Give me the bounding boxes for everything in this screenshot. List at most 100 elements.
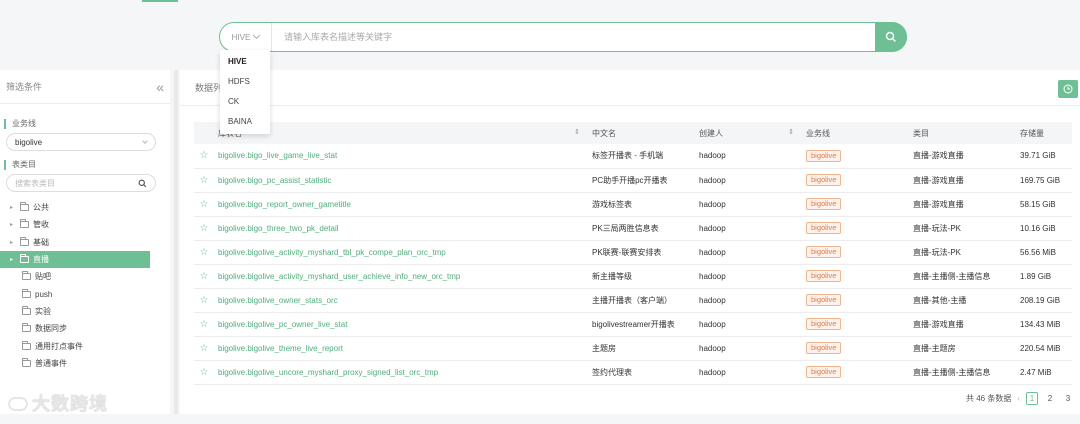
business-line-label: 业务线 — [4, 119, 170, 129]
table-name-link[interactable]: bigolive.bigolive_activity_myshard_user_… — [214, 264, 588, 289]
star-icon[interactable]: ☆ — [200, 343, 209, 354]
business-line-select[interactable]: bigolive — [6, 133, 156, 151]
chinese-name: 主播开播表（客户端） — [588, 288, 695, 313]
table-name-link[interactable]: bigolive.bigolive_owner_stats_orc — [214, 288, 588, 313]
caret-right-icon[interactable]: ▸ — [10, 256, 20, 263]
category: 直播-主播侧-主播信息 — [909, 360, 1016, 385]
table-name-link[interactable]: bigolive.bigo_live_game_live_stat — [214, 144, 588, 169]
table-row[interactable]: ☆ bigolive.bigolive_owner_stats_orc 主播开播表（… — [194, 288, 1072, 313]
owner: hadoop — [695, 192, 802, 217]
table-name-link[interactable]: bigolive.bigo_report_owner_gametitle — [214, 192, 588, 217]
page-3[interactable]: 3 — [1062, 394, 1074, 403]
star-icon[interactable]: ☆ — [200, 367, 209, 378]
star-icon[interactable]: ☆ — [200, 223, 209, 234]
category: 直播-玩法-PK — [909, 216, 1016, 241]
storage-size: 2.47 MiB — [1016, 360, 1072, 385]
table-row[interactable]: ☆ bigolive.bigolive_pc_owner_live_stat big… — [194, 312, 1072, 337]
tree-item[interactable]: 实验 — [0, 303, 170, 320]
category-tree: ▸ 公共 ▸ 管收 ▸ 基础 ▸ 直播 贴吧 push 实验 数据同步 通用打点事件 普通事件 — [0, 199, 170, 372]
tree-item[interactable]: 数据同步 — [0, 320, 170, 337]
tree-item[interactable]: push — [0, 285, 170, 302]
tree-item[interactable]: 贴吧 — [0, 268, 170, 285]
star-icon[interactable]: ☆ — [200, 295, 209, 306]
business-line-cell: bigolive — [802, 360, 909, 385]
folder-icon — [20, 219, 29, 229]
business-line-badge: bigolive — [806, 318, 842, 330]
engine-select-value: HIVE — [231, 32, 251, 42]
favorite-cell: ☆ — [194, 360, 214, 385]
engine-option-ck[interactable]: CK — [220, 92, 270, 112]
engine-option-hive[interactable]: HIVE — [220, 52, 270, 72]
folder-icon — [22, 357, 31, 367]
caret-right-icon[interactable]: ▸ — [10, 204, 20, 211]
table-row[interactable]: ☆ bigolive.bigolive_theme_live_report 主题房 h… — [194, 336, 1072, 361]
column-header-name[interactable]: 库表名 — [214, 122, 588, 144]
category: 直播-游戏直播 — [909, 144, 1016, 169]
storage-size: 10.16 GiB — [1016, 216, 1072, 241]
folder-icon — [22, 340, 31, 350]
table-row[interactable]: ☆ bigolive.bigolive_uncore_myshard_proxy_… — [194, 360, 1072, 385]
owner: hadoop — [695, 216, 802, 241]
table-row[interactable]: ☆ bigolive.bigo_pc_assist_statistic PC助手开播… — [194, 168, 1072, 193]
owner: hadoop — [695, 360, 802, 385]
table-row[interactable]: ☆ bigolive.bigo_report_owner_gametitle 游戏标… — [194, 192, 1072, 217]
tree-item[interactable]: ▸ 直播 — [0, 250, 150, 269]
table-row[interactable]: ☆ bigolive.bigo_three_two_pk_detail PK三局两胜… — [194, 216, 1072, 241]
business-line-cell: bigolive — [802, 336, 909, 361]
star-icon[interactable]: ☆ — [200, 150, 209, 161]
folder-icon — [22, 271, 31, 281]
search-icon[interactable] — [138, 179, 147, 188]
search-icon — [885, 31, 896, 42]
search-button[interactable] — [875, 22, 907, 52]
table-name-link[interactable]: bigolive.bigolive_activity_myshard_tbl_p… — [214, 240, 588, 265]
tree-item[interactable]: ▸ 管收 — [0, 216, 170, 233]
tree-item-label: 数据同步 — [35, 324, 67, 334]
table-row[interactable]: ☆ bigolive.bigolive_activity_myshard_user… — [194, 264, 1072, 289]
table-row[interactable]: ☆ bigolive.bigo_live_game_live_stat 标签开播表 … — [194, 144, 1072, 169]
star-icon[interactable]: ☆ — [200, 199, 209, 210]
owner: hadoop — [695, 168, 802, 193]
page-2[interactable]: 2 — [1044, 394, 1056, 403]
prev-page-icon[interactable]: ‹ — [1017, 394, 1020, 403]
table-name-link[interactable]: bigolive.bigolive_pc_owner_live_stat — [214, 312, 588, 337]
page-1[interactable]: 1 — [1026, 392, 1038, 405]
storage-size: 39.71 GiB — [1016, 144, 1072, 169]
chinese-name: 标签开播表 - 手机端 — [588, 144, 695, 169]
engine-dropdown: HIVE HDFS CK BAINA — [220, 50, 270, 134]
search-input[interactable] — [272, 23, 875, 51]
storage-size: 220.54 MiB — [1016, 336, 1072, 361]
sidebar-scrollbar[interactable] — [174, 70, 178, 414]
tree-item[interactable]: ▸ 基础 — [0, 234, 170, 251]
category-search-input[interactable] — [15, 178, 138, 188]
category: 直播-主播侧-主播信息 — [909, 264, 1016, 289]
folder-icon — [20, 236, 29, 246]
collapse-icon[interactable]: « — [156, 79, 164, 95]
tree-item[interactable]: 通用打点事件 — [0, 337, 170, 354]
table-name-link[interactable]: bigolive.bigolive_theme_live_report — [214, 336, 588, 361]
engine-option-baina[interactable]: BAINA — [220, 112, 270, 132]
caret-right-icon[interactable]: ▸ — [10, 221, 20, 228]
chevron-down-icon — [142, 138, 148, 144]
tree-item[interactable]: 普通事件 — [0, 355, 170, 372]
column-header-owner[interactable]: 创建人 — [695, 122, 802, 144]
caret-right-icon[interactable]: ▸ — [10, 239, 20, 246]
table-name-link[interactable]: bigolive.bigo_three_two_pk_detail — [214, 216, 588, 241]
engine-select[interactable]: HIVE — [220, 23, 272, 51]
table-row[interactable]: ☆ bigolive.bigolive_activity_myshard_tbl_… — [194, 240, 1072, 265]
star-icon[interactable]: ☆ — [200, 247, 209, 258]
star-icon[interactable]: ☆ — [200, 175, 209, 186]
history-button[interactable] — [1058, 80, 1078, 98]
star-icon[interactable]: ☆ — [200, 319, 209, 330]
star-icon[interactable]: ☆ — [200, 271, 209, 282]
favorite-cell: ☆ — [194, 144, 214, 169]
tree-item[interactable]: ▸ 公共 — [0, 199, 170, 216]
watermark-logo-icon — [8, 397, 28, 411]
engine-option-hdfs[interactable]: HDFS — [220, 72, 270, 92]
table-name-link[interactable]: bigolive.bigo_pc_assist_statistic — [214, 168, 588, 193]
tree-item-label: 管收 — [33, 220, 49, 230]
sidebar-title: 筛选条件 — [6, 82, 43, 92]
category: 直播-其他-主播 — [909, 288, 1016, 313]
table-name-link[interactable]: bigolive.bigolive_uncore_myshard_proxy_s… — [214, 360, 588, 385]
watermark: 大数跨境 — [8, 390, 108, 416]
chinese-name: 游戏标签表 — [588, 192, 695, 217]
